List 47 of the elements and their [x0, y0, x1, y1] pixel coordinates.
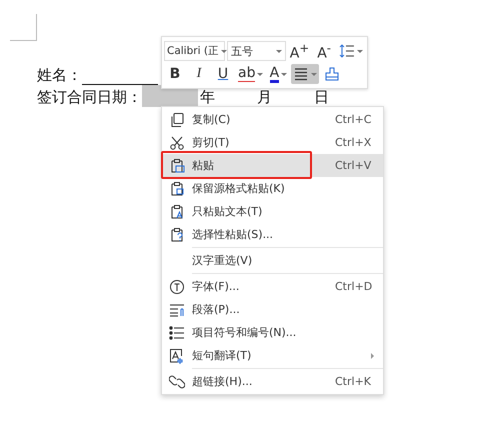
- menu-item[interactable]: 只粘贴文本(T): [162, 200, 383, 223]
- font-field[interactable]: Calibri (正: [164, 41, 225, 61]
- shortcut-text: Ctrl+K: [335, 375, 372, 388]
- page-corner-mark: [10, 14, 37, 41]
- copy-icon: [169, 112, 185, 128]
- shortcut-text: Ctrl+C: [335, 113, 372, 126]
- translate-icon: [169, 348, 185, 364]
- clipboard-question-icon: [169, 226, 185, 242]
- menu-item[interactable]: 保留源格式粘贴(K): [162, 177, 383, 200]
- menu-item[interactable]: 超链接(H)... Ctrl+K: [162, 370, 383, 393]
- menu-item[interactable]: 项目符号和编号(N)...: [162, 321, 383, 344]
- bold-button[interactable]: B: [164, 64, 186, 84]
- eraser-icon: [324, 66, 340, 82]
- bullet-list-icon: [169, 324, 185, 340]
- menu-item[interactable]: 剪切(T) Ctrl+X: [162, 131, 383, 154]
- grow-font-button[interactable]: A$^{+}$: [288, 41, 312, 61]
- paragraph-icon: [169, 302, 185, 318]
- shrink-font-button[interactable]: A$^{-}$: [313, 41, 336, 61]
- menu-item[interactable]: 段落(P)...: [162, 298, 383, 321]
- field-label: 签订合同日期：: [37, 88, 142, 107]
- align-icon: [293, 66, 310, 82]
- clipboard-icon: [169, 158, 185, 174]
- menu-item[interactable]: 汉字重选(V): [162, 249, 383, 272]
- strikethrough-button[interactable]: ab: [236, 64, 266, 84]
- link-icon: [169, 374, 185, 390]
- circled-t-icon: [169, 278, 185, 294]
- menu-item[interactable]: 选择性粘贴(S)...: [162, 223, 383, 246]
- day-label: 日: [314, 89, 330, 107]
- line-spacing-icon: [339, 43, 355, 59]
- shortcut-text: Ctrl+V: [335, 159, 372, 172]
- size-field[interactable]: 五号: [227, 41, 286, 61]
- year-label: 年: [200, 89, 216, 107]
- clipboard-format-icon: [169, 180, 185, 196]
- menu-item[interactable]: 短句翻译(T): [162, 344, 383, 367]
- menu-item[interactable]: 复制(C) Ctrl+C: [162, 108, 383, 131]
- month-label: 月: [257, 89, 273, 107]
- shortcut-text: Ctrl+D: [335, 280, 374, 293]
- shortcut-text: Ctrl+X: [335, 136, 372, 149]
- align-button[interactable]: [291, 64, 320, 84]
- menu-item[interactable]: 字体(F)... Ctrl+D: [162, 275, 383, 298]
- menu-item[interactable]: 粘贴 Ctrl+V: [162, 154, 383, 177]
- italic-button[interactable]: I: [188, 64, 210, 84]
- clipboard-text-icon: [169, 204, 185, 220]
- scissors-icon: [169, 134, 185, 150]
- field-label: 姓名：: [37, 67, 82, 85]
- font-color-button[interactable]: A: [267, 64, 290, 84]
- underline-button[interactable]: U: [212, 64, 234, 84]
